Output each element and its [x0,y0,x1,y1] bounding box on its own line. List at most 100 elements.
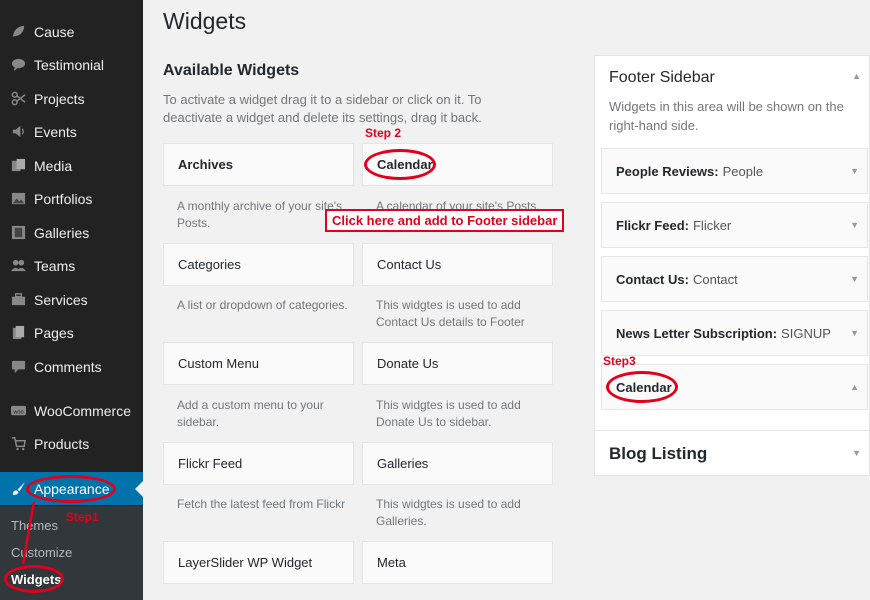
cart-icon [8,434,28,454]
expand-arrow-icon[interactable]: ▼ [850,274,859,284]
sidebar-item-cause[interactable]: Cause [0,15,143,48]
active-indicator [135,481,143,497]
widget-title: Contact Us [377,257,442,272]
widget-title: News Letter Subscription [616,325,773,341]
sidebar-item-woocommerce[interactable]: woo WooCommerce [0,394,143,427]
sidebar-item-galleries[interactable]: Galleries [0,216,143,249]
group-icon [8,256,28,276]
available-widgets-title: Available Widgets [163,62,300,79]
widget-title: Archives [178,157,233,172]
widget-subtitle: SIGNUP [781,325,831,341]
widget-title: People Reviews [616,163,715,179]
widget-title: Flickr Feed [616,217,685,233]
widget-galleries[interactable]: Galleries [362,442,553,485]
footer-widget-newsletter[interactable]: News Letter Subscription: SIGNUP ▼ [601,310,868,356]
expand-arrow-icon[interactable]: ▼ [850,220,859,230]
widget-desc: This widgtes is used to add Contact Us d… [376,298,525,329]
sidebar-item-label: Testimonial [34,56,105,73]
widget-title: Meta [377,555,406,570]
sidebar-item-projects[interactable]: Projects [0,82,143,115]
sidebar-item-label: Teams [34,257,76,274]
annotation-callout: Click here and add to Footer sidebar [325,209,565,232]
widget-title: Donate Us [377,356,439,371]
sidebar-item-teams[interactable]: Teams [0,249,143,282]
sidebar-item-label: Projects [34,90,85,107]
annotation-circle-footer-calendar [606,371,678,403]
sidebar-item-label: Services [34,291,88,308]
sidebar-item-label: Pages [34,324,74,341]
sidebar-item-testimonial[interactable]: Testimonial [0,48,143,81]
annotation-circle-calendar [364,149,436,180]
collapse-arrow-icon[interactable]: ▲ [852,71,861,81]
sidebar-item-portfolios[interactable]: Portfolios [0,182,143,215]
brush-icon [8,479,28,499]
film-icon [8,223,28,243]
widget-donate-us[interactable]: Donate Us [362,342,553,385]
sidebar-item-label: Galleries [34,224,90,241]
expand-arrow-icon[interactable]: ▼ [850,328,859,338]
footer-widget-flickr-feed[interactable]: Flickr Feed: Flicker ▼ [601,202,868,248]
expand-arrow-icon[interactable]: ▼ [850,166,859,176]
widget-title: Flickr Feed [178,456,243,471]
footer-widget-people-reviews[interactable]: People Reviews: People ▼ [601,148,868,194]
sidebar-item-media[interactable]: Media [0,149,143,182]
widget-desc: This widgtes is used to add Donate Us to… [376,398,521,429]
megaphone-icon [8,122,28,142]
widget-archives[interactable]: Archives [163,143,354,186]
speech-bubble-icon [8,55,28,75]
collapse-arrow-icon[interactable]: ▲ [850,382,859,392]
widget-desc: This widgtes is used to add Galleries. [376,497,521,528]
briefcase-icon [8,290,28,310]
annotation-arrow [21,501,36,565]
available-widgets-desc: To activate a widget drag it to a sideba… [163,92,482,125]
sidebar-item-label: Media [34,157,73,174]
widget-title: LayerSlider WP Widget [178,555,313,570]
widget-layerslider[interactable]: LayerSlider WP Widget [163,541,354,584]
sidebar-item-label: Products [34,435,90,452]
widget-subtitle: People [722,163,764,179]
annotation-circle-appearance [26,475,116,503]
footer-sidebar-title[interactable]: Footer Sidebar [609,69,715,87]
footer-widget-contact-us[interactable]: Contact Us: Contact ▼ [601,256,868,302]
widget-title: Galleries [377,456,429,471]
sidebar-item-events[interactable]: Events [0,115,143,148]
sidebar-item-label: Portfolios [34,190,93,207]
annotation-step1: Step1 [66,510,99,524]
widget-custom-menu[interactable]: Custom Menu [163,342,354,385]
footer-sidebar-desc: Widgets in this area will be shown on th… [609,99,844,133]
annotation-step3: Step3 [603,354,636,368]
sidebar-item-label: WooCommerce [34,402,131,419]
widget-subtitle: Flicker [692,217,732,233]
widget-desc: Fetch the latest feed from Flickr [177,497,346,511]
woo-icon: woo [8,401,28,421]
annotation-circle-widgets [4,565,64,593]
leaf-icon [8,22,28,42]
comment-icon [8,357,28,377]
sidebar-item-pages[interactable]: Pages [0,316,143,349]
widget-title: Contact Us [616,271,685,287]
blog-listing-title: Blog Listing [609,444,708,463]
widget-title: Custom Menu [178,356,259,371]
widget-meta[interactable]: Meta [362,541,553,584]
widget-flickr-feed[interactable]: Flickr Feed [163,442,354,485]
image-icon [8,189,28,209]
scissors-icon [8,89,28,109]
expand-arrow-icon[interactable]: ▼ [852,448,861,458]
widget-contact-us[interactable]: Contact Us [362,243,553,286]
pages-icon [8,323,28,343]
blog-listing-panel[interactable]: Blog Listing ▼ [594,430,870,476]
sidebar-item-label: Cause [34,23,75,40]
annotation-step2: Step 2 [365,126,402,140]
widget-categories[interactable]: Categories [163,243,354,286]
media-icon [8,156,28,176]
svg-text:woo: woo [12,409,23,415]
widget-desc: A list or dropdown of categories. [177,298,348,312]
widget-title: Categories [178,257,241,272]
sidebar-item-comments[interactable]: Comments [0,350,143,383]
sidebar-item-products[interactable]: Products [0,427,143,460]
widget-desc: Add a custom menu to your sidebar. [177,398,324,429]
widget-subtitle: Contact [692,271,738,287]
sidebar-item-label: Events [34,123,77,140]
sidebar-item-services[interactable]: Services [0,283,143,316]
sidebar-item-label: Comments [34,358,102,375]
